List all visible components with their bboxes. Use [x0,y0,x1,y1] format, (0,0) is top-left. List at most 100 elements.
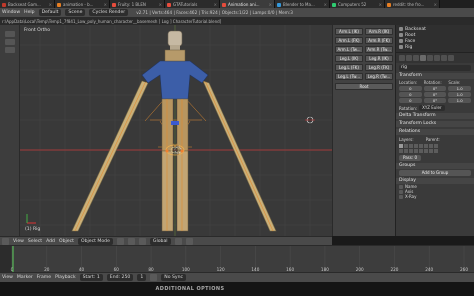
world-tab-icon[interactable] [413,55,419,61]
checkbox-icon[interactable] [399,184,403,189]
scale-y-field[interactable]: 1.0 [448,92,471,97]
tool-shelf[interactable] [0,25,20,236]
layer-toggle[interactable] [414,144,418,148]
location-z-field[interactable]: 0 [399,98,422,103]
bone-layer-button[interactable]: Arm.L (IK) [335,28,363,35]
browser-tab[interactable]: Backseat Gam... × [0,0,55,8]
bone-layer-button[interactable]: Leg.R (IK) [365,55,393,62]
pass-index-field[interactable]: Pass: 0 [399,155,421,161]
close-tab-icon[interactable]: × [213,2,217,7]
modifiers-tab-icon[interactable] [434,55,440,61]
bone-layer-button[interactable]: Leg.L (IK) [335,55,363,62]
object-tab-icon[interactable] [420,55,426,61]
tool-shelf-tab[interactable] [5,31,15,37]
layer-toggle[interactable] [399,149,403,153]
close-tab-icon[interactable]: × [378,2,382,7]
bone-layer-button[interactable]: Arm.L (FK) [335,37,363,44]
editor-type-icon[interactable] [2,237,9,245]
menu-object[interactable]: Object [59,239,74,244]
location-x-field[interactable]: 0 [399,86,422,91]
pivot-icon[interactable] [127,237,135,245]
layer-toggle[interactable] [419,149,423,153]
menu-select[interactable]: Select [28,239,42,244]
constraints-tab-icon[interactable] [427,55,433,61]
layer-toggle[interactable] [404,144,408,148]
relations-header[interactable]: Relations [396,129,474,135]
bone-layer-button[interactable]: Arm.L (Tw... [335,46,363,53]
location-y-field[interactable]: 0 [399,92,422,97]
groups-header[interactable]: Groups [396,163,474,169]
layer-toggle[interactable] [424,149,428,153]
bone-layer-button[interactable]: Leg.R (Tw... [365,73,393,80]
bone-layer-button[interactable]: Leg.L (Tw... [335,73,363,80]
snap-icon[interactable] [185,237,193,245]
scale-z-field[interactable]: 1.0 [448,98,471,103]
layer-toggle[interactable] [399,144,403,148]
layer-toggle[interactable] [409,149,413,153]
tool-shelf-tab[interactable] [5,47,15,53]
data-tab-icon[interactable] [441,55,447,61]
timeline-ruler[interactable]: 0 20 40 60 80 100 120 140 160 180 200 220 240 260 [0,246,474,272]
close-tab-icon[interactable]: × [48,2,52,7]
close-tab-icon[interactable]: × [323,2,327,7]
layer-toggle[interactable] [419,144,423,148]
object-name-field[interactable]: rig [399,65,471,71]
browser-tab[interactable]: reddit: the fro... × [385,0,440,8]
mode-selector[interactable]: Object Mode [77,237,113,245]
scale-x-field[interactable]: 1.0 [448,86,471,91]
checkbox-icon[interactable] [399,194,403,199]
render-engine-selector[interactable]: Cycles Render [89,9,129,16]
rotation-z-field[interactable]: 0° [423,98,447,103]
browser-tab[interactable]: GTATutorials × [165,0,220,8]
transform-locks-header[interactable]: Transform Locks [396,121,474,127]
delta-transform-header[interactable]: Delta Transform [396,113,474,119]
add-to-group-button[interactable]: Add to Group [399,170,471,176]
rotation-mode-select[interactable]: XYZ Euler [419,105,445,111]
shading-icon[interactable] [116,237,124,245]
rotation-x-field[interactable]: 0° [423,86,447,91]
rotation-y-field[interactable]: 0° [423,92,447,97]
start-frame-field[interactable]: Start: 1 [79,274,103,281]
layer-toggle[interactable] [414,149,418,153]
layer-toggle[interactable] [429,149,433,153]
menu-marker[interactable]: Marker [17,275,33,280]
menu-view[interactable]: View [2,275,13,280]
browser-tab[interactable]: Blender to Ma... × [275,0,330,8]
browser-tab[interactable]: animation - b... × [55,0,110,8]
manipulator-icon[interactable] [138,237,146,245]
menu-window[interactable]: Window [2,10,20,15]
menu-frame[interactable]: Frame [37,275,51,280]
menu-help[interactable]: Help [24,10,34,15]
layer-buttons[interactable] [396,143,474,154]
menu-add[interactable]: Add [46,239,55,244]
layer-toggle[interactable] [429,144,433,148]
3d-viewport[interactable]: Front Ortho (1) Rig [20,25,332,236]
layer-toggle[interactable] [409,144,413,148]
close-tab-icon[interactable]: × [268,2,272,7]
layer-toggle[interactable] [424,144,428,148]
root-layer-button[interactable]: Root [335,83,393,90]
outliner-item[interactable]: Rig [396,44,474,50]
layer-toggle[interactable] [404,149,408,153]
layer-icon[interactable] [174,237,182,245]
bone-tab-icon[interactable] [448,55,454,61]
sync-selector[interactable]: No Sync [161,274,187,281]
checkbox-icon[interactable] [399,189,403,194]
layer-toggle[interactable] [434,149,438,153]
layer-toggle[interactable] [434,144,438,148]
browser-tab[interactable]: Computers 52 × [330,0,385,8]
tool-shelf-tab[interactable] [5,39,15,45]
bone-layer-button[interactable]: Leg.R (FK) [365,64,393,71]
orientation-selector[interactable]: Global [149,237,171,245]
menu-playback[interactable]: Playback [55,275,76,280]
layout-selector[interactable]: Default [38,9,62,16]
end-frame-field[interactable]: End: 250 [106,274,134,281]
play-button-icon[interactable] [150,274,158,281]
bone-layer-button[interactable]: Arm.R (FK) [365,37,393,44]
scene-selector[interactable]: Scene [65,9,86,16]
render-tab-icon[interactable] [399,55,405,61]
browser-tab[interactable]: Animation ani... × [220,0,275,8]
bone-layer-button[interactable]: Arm.R (IK) [365,28,393,35]
bone-layer-button[interactable]: Leg.L (FK) [335,64,363,71]
close-tab-icon[interactable]: × [158,2,162,7]
